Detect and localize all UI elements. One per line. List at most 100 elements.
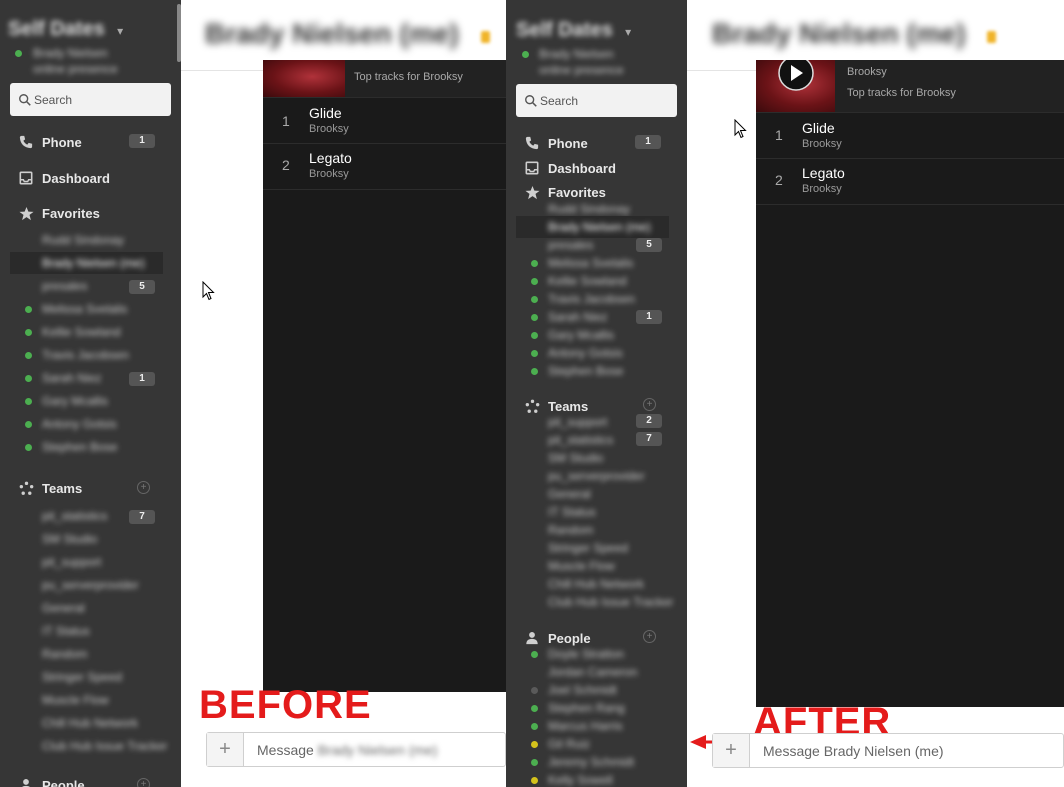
favorite-item[interactable]: presales (548, 238, 593, 252)
favorite-item[interactable]: Rudd Sindonay (548, 202, 630, 216)
favorite-item[interactable]: Stephen Bose (548, 364, 623, 378)
person-item[interactable]: Stephen Rang (548, 701, 625, 715)
favorite-item[interactable]: Gary Mcallis (42, 394, 108, 408)
nav-dashboard[interactable]: Dashboard (524, 160, 616, 176)
favorite-item[interactable]: Kellie Sowland (42, 325, 121, 339)
favorite-item[interactable]: Sarah Niez (548, 310, 607, 324)
favorite-item[interactable]: Melissa Svelalis (42, 302, 127, 316)
add-person-icon[interactable]: + (137, 778, 150, 787)
team-item[interactable]: Club Hub Issue Tracker (548, 595, 673, 609)
team-item[interactable]: General (548, 487, 591, 501)
team-item[interactable]: Chill Hub Network (548, 577, 644, 591)
favorite-star-icon[interactable] (987, 31, 996, 43)
team-item[interactable]: IT Status (42, 624, 90, 638)
nav-teams[interactable]: Teams (18, 480, 82, 496)
unread-badge: 1 (129, 372, 155, 386)
favorite-item[interactable]: Kellie Sowland (548, 274, 627, 288)
before-message-input[interactable]: + Message Brady Nielsen (me) (206, 732, 506, 767)
chevron-down-icon[interactable]: ▾ (625, 25, 631, 39)
add-team-icon[interactable]: + (643, 398, 656, 411)
track-row[interactable]: 2 Legato Brooksy (263, 144, 506, 190)
team-item[interactable]: Muscle Flow (42, 693, 109, 707)
team-item[interactable]: General (42, 601, 85, 615)
track-artist: Brooksy (309, 168, 349, 180)
team-item[interactable]: SM Studio (548, 451, 603, 465)
presence-dot (25, 375, 32, 382)
add-team-icon[interactable]: + (137, 481, 150, 494)
presence-dot (522, 51, 529, 58)
nav-dashboard[interactable]: Dashboard (18, 170, 110, 186)
attach-plus-icon[interactable]: + (713, 734, 750, 767)
team-item-label: IT Status (42, 624, 90, 638)
nav-people[interactable]: People (18, 777, 85, 787)
team-item[interactable]: pu_serverprovider (42, 578, 139, 592)
favorite-item[interactable]: Melissa Svelalis (548, 256, 633, 270)
track-artist: Brooksy (802, 183, 842, 195)
person-item[interactable]: Jeremy Schmidt (548, 755, 634, 769)
favorite-item-label: Antony Gotsis (42, 417, 117, 431)
favorite-item[interactable]: Stephen Bose (42, 440, 117, 454)
nav-favorites[interactable]: Favorites (524, 184, 606, 200)
album-art[interactable] (263, 60, 345, 97)
phone-badge: 1 (635, 135, 661, 149)
person-item-label: Gil Ruiz (548, 737, 591, 751)
nav-phone[interactable]: Phone (18, 134, 82, 150)
unread-badge: 5 (636, 238, 662, 252)
team-item[interactable]: pit_statistics (548, 433, 613, 447)
nav-teams[interactable]: Teams (524, 398, 588, 414)
favorite-item[interactable]: Antony Gotsis (548, 346, 623, 360)
teams-icon (18, 480, 34, 496)
team-item[interactable]: pit_statistics (42, 509, 107, 523)
favorite-item[interactable]: Travis Jacobsen (42, 348, 129, 362)
favorite-item[interactable]: Brady Nielsen (me) (10, 252, 163, 274)
team-item[interactable]: pit_support (548, 415, 607, 429)
team-item[interactable]: Stringer Speed (42, 670, 122, 684)
favorite-star-icon[interactable] (481, 31, 490, 43)
team-item[interactable]: Random (42, 647, 87, 661)
attach-plus-icon[interactable]: + (207, 733, 244, 766)
nav-people[interactable]: People (524, 630, 591, 646)
presence-dot (531, 278, 538, 285)
team-item[interactable]: pu_serverprovider (548, 469, 645, 483)
team-item[interactable]: pit_support (42, 555, 101, 569)
team-item[interactable]: Club Hub Issue Tracker (42, 739, 167, 753)
team-item[interactable]: Stringer Speed (548, 541, 628, 555)
person-item[interactable]: Doyle Stratton (548, 647, 624, 661)
person-item[interactable]: Gil Ruiz (548, 737, 590, 751)
before-workspace-header[interactable]: Self Dates ▾ (8, 18, 123, 41)
team-item[interactable]: Random (548, 523, 593, 537)
favorite-item[interactable]: Gary Mcallis (548, 328, 614, 342)
person-item[interactable]: Jordan Cameron (548, 665, 637, 679)
team-item-label: Random (548, 523, 594, 537)
team-item-label: General (548, 487, 591, 501)
track-row[interactable]: 1 Glide Brooksy (756, 113, 1064, 159)
favorite-item[interactable]: Travis Jacobsen (548, 292, 635, 306)
search-input[interactable]: Search (10, 83, 171, 116)
team-item[interactable]: IT Status (548, 505, 596, 519)
presence-dot (531, 723, 538, 730)
team-item[interactable]: SM Studio (42, 532, 97, 546)
track-row[interactable]: 2 Legato Brooksy (756, 159, 1064, 205)
add-person-icon[interactable]: + (643, 630, 656, 643)
team-item[interactable]: Muscle Flow (548, 559, 615, 573)
favorite-item[interactable]: presales (42, 279, 87, 293)
team-item[interactable]: Chill Hub Network (42, 716, 138, 730)
person-item[interactable]: Kelly Sowell (548, 773, 613, 787)
nav-favorites[interactable]: Favorites (18, 205, 100, 221)
track-row[interactable]: 1 Glide Brooksy (263, 98, 506, 144)
search-input[interactable]: Search (516, 84, 677, 117)
presence-dot (25, 444, 32, 451)
favorite-item[interactable]: Rudd Sindonay (42, 233, 124, 247)
after-message-input[interactable]: + Message Brady Nielsen (me) (712, 733, 1064, 768)
after-workspace-header[interactable]: Self Dates ▾ (516, 19, 631, 42)
person-item[interactable]: Joel Schmidt (548, 683, 617, 697)
chevron-down-icon[interactable]: ▾ (117, 24, 123, 38)
person-item-label: Doyle Stratton (548, 647, 625, 661)
nav-phone[interactable]: Phone (524, 135, 588, 151)
favorite-item[interactable]: Antony Gotsis (42, 417, 117, 431)
before-music-player: Top tracks for Brooksy 1 Glide Brooksy 2… (263, 60, 506, 692)
favorite-item[interactable]: Brady Nielsen (me) (516, 216, 669, 238)
favorite-item[interactable]: Sarah Niez (42, 371, 101, 385)
play-icon[interactable] (777, 60, 815, 92)
person-item[interactable]: Marcus Harris (548, 719, 623, 733)
